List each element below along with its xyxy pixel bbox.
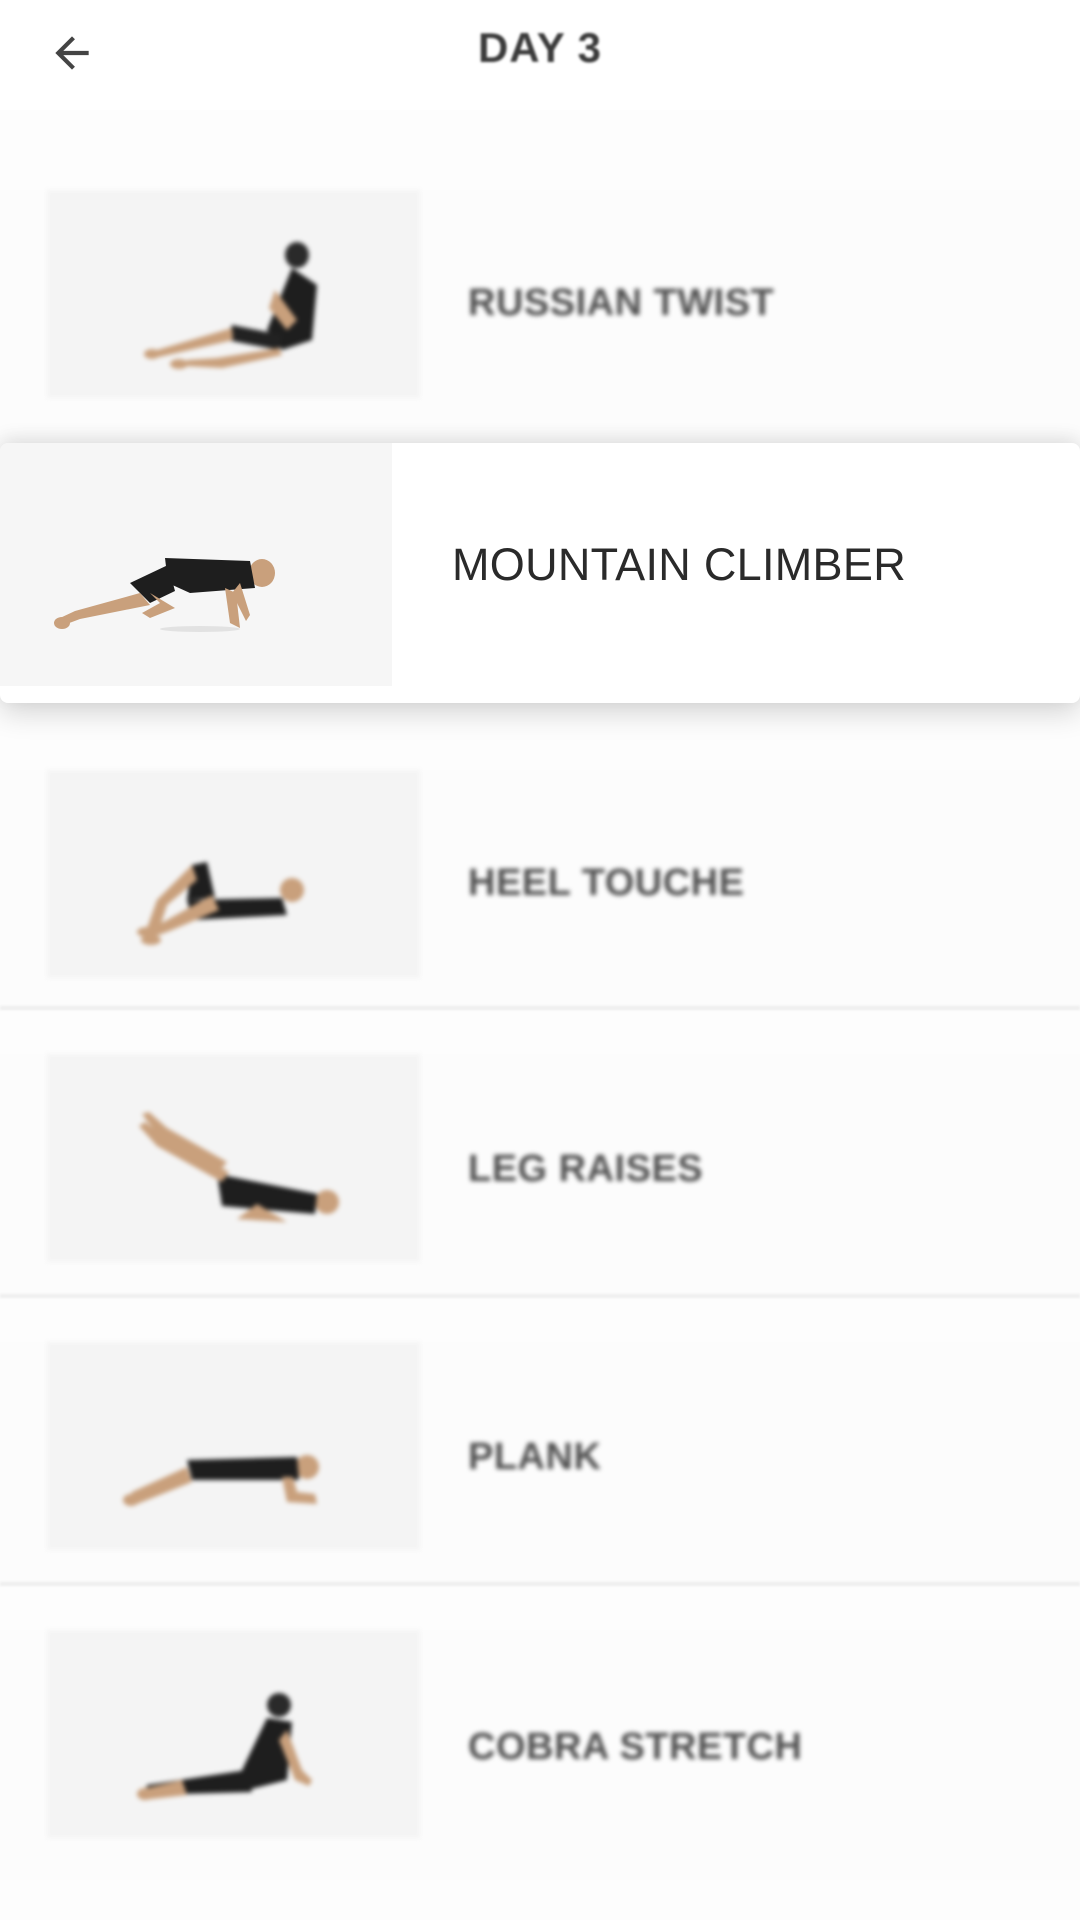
exercise-thumbnail bbox=[47, 1630, 420, 1838]
exercise-thumbnail bbox=[0, 443, 392, 686]
exercise-row-plank[interactable]: PLANK bbox=[0, 1342, 1080, 1584]
exercise-list: RUSSIAN TWIST HEEL TOUCHE LEG RAISES PLA… bbox=[0, 0, 1080, 1920]
exercise-row-leg-raises[interactable]: LEG RAISES bbox=[0, 1054, 1080, 1294]
exercise-thumbnail bbox=[47, 1342, 420, 1550]
page-title: DAY 3 bbox=[477, 24, 603, 71]
exercise-name: RUSSIAN TWIST bbox=[468, 282, 775, 324]
workout-day-screen: RUSSIAN TWIST HEEL TOUCHE LEG RAISES PLA… bbox=[0, 0, 1080, 1920]
cobra-stretch-figure-icon bbox=[137, 1693, 312, 1800]
row-divider bbox=[0, 1006, 1080, 1010]
exercise-thumbnail bbox=[47, 770, 420, 978]
exercise-row-cobra-stretch[interactable]: COBRA STRETCH bbox=[0, 1630, 1080, 1880]
exercise-row-mountain-climber-active[interactable]: MOUNTAIN CLIMBER bbox=[0, 443, 1080, 703]
exercise-thumbnail bbox=[47, 1054, 420, 1262]
row-divider bbox=[0, 1294, 1080, 1298]
plank-figure-icon bbox=[123, 1455, 319, 1506]
exercise-thumbnail bbox=[47, 190, 420, 398]
exercise-name: PLANK bbox=[468, 1436, 602, 1478]
mountain-climber-figure-icon bbox=[54, 558, 275, 632]
leg-raises-figure-icon bbox=[139, 1112, 339, 1222]
russian-twist-figure-icon bbox=[144, 242, 317, 369]
exercise-row-heel-touche[interactable]: HEEL TOUCHE bbox=[0, 770, 1080, 1010]
exercise-name: COBRA STRETCH bbox=[468, 1726, 803, 1768]
app-bar: DAY 3 bbox=[0, 0, 1080, 110]
exercise-name: LEG RAISES bbox=[468, 1148, 704, 1190]
heel-touche-figure-icon bbox=[137, 862, 304, 945]
exercise-name: MOUNTAIN CLIMBER bbox=[452, 539, 906, 590]
exercise-name: HEEL TOUCHE bbox=[468, 862, 745, 904]
row-divider bbox=[0, 1582, 1080, 1586]
exercise-row-russian-twist[interactable]: RUSSIAN TWIST bbox=[0, 190, 1080, 440]
